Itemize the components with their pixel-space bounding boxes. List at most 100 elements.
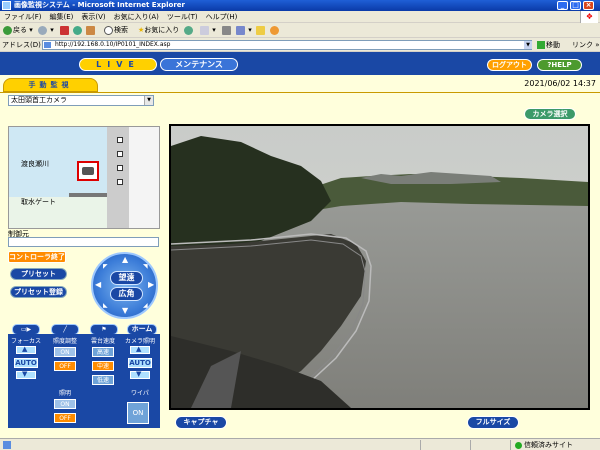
search-button[interactable]: 検索 [104,25,128,36]
messenger-icon [270,25,279,35]
fullsize-button[interactable]: フルサイズ [467,416,519,429]
window-title-bar: 画像監視システム - Microsoft Internet Explorer _… [0,0,600,11]
map-label-river: 渡良瀬川 [21,160,49,168]
links-button[interactable]: リンク » [572,40,600,50]
weir-line [69,193,107,197]
refresh-icon [73,25,82,35]
preset-button[interactable]: プリセット [10,268,67,280]
lighting-on-button[interactable]: ON [54,399,76,409]
live-camera-feed[interactable] [169,124,590,410]
menu-edit[interactable]: 編集(E) [46,11,78,23]
browser-toolbar: 戻る ▾ ▾ 検索 ★お気に入り ▾ ▾ [0,23,600,38]
address-input[interactable]: http://192.168.0.10/IP0101_INDEX.asp [42,40,532,50]
arrow-right-icon[interactable]: ▶ [148,280,154,289]
help-button[interactable]: ?HELP [537,59,582,71]
capture-button[interactable]: キャプチャ [175,416,227,429]
brightness-label: 照度調整 [52,338,77,345]
maintenance-tab-button[interactable]: メンテナンス [160,58,238,71]
page-content: LIVE メンテナンス ログアウト ?HELP 手動監視 2021/06/02 … [0,52,600,438]
controller-end-button[interactable]: コントローラ終了 [8,251,66,263]
favorites-button[interactable]: ★お気に入り [138,25,179,36]
status-separator [470,440,471,450]
address-dropdown-icon[interactable]: ▼ [524,41,532,49]
iris-up-icon[interactable]: ▲ [130,345,150,354]
stop-button[interactable] [60,25,70,36]
folder-button[interactable] [256,25,266,36]
arrow-upleft-icon[interactable]: ◤ [103,263,108,270]
address-bar: アドレス(D) http://192.168.0.10/IP0101_INDEX… [0,38,600,52]
status-separator [420,440,421,450]
camera-dropdown[interactable]: 太田頭首工カメラ ▼ [8,95,154,106]
address-label: アドレス(D) [2,41,41,49]
maximize-icon[interactable]: □ [570,1,581,10]
logout-button[interactable]: ログアウト [487,59,532,71]
focus-up-icon[interactable]: ▲ [16,345,36,354]
history-icon [184,25,193,35]
chevron-down-icon: ▼ [144,96,153,105]
zoom-wide-button[interactable]: 広角 [110,287,143,301]
camera-select-button[interactable]: カメラ選択 [524,108,576,120]
focus-auto-button[interactable]: AUTO [14,358,38,368]
back-button[interactable]: 戻る ▾ [3,25,33,36]
arrow-down-icon[interactable]: ▼ [122,306,128,315]
home-icon [86,25,95,35]
status-bar: 信頼済みサイト [0,438,600,450]
go-button[interactable]: 移動 [537,40,560,50]
speed-slow-button[interactable]: 低速 [92,375,114,385]
focus-down-icon[interactable]: ▼ [16,370,36,379]
menu-help[interactable]: ヘルプ(H) [202,11,242,23]
gate-marker-icon [117,151,123,157]
nav-bar: LIVE メンテナンス ログアウト ?HELP [0,52,600,75]
arrow-left-icon[interactable]: ◀ [95,280,101,289]
preset-register-button[interactable]: プリセット登録 [10,286,67,298]
speed-mid-button[interactable]: 中速 [92,361,114,371]
camera-icon [82,167,94,175]
ptz-dial[interactable]: ▲ ▼ ◀ ▶ ◤ ◥ ◣ ◢ 望遠 広角 [91,252,158,319]
focus-label: フォーカス [10,338,41,345]
folder-icon [256,25,265,35]
print-button[interactable] [222,25,232,36]
arrow-downleft-icon[interactable]: ◣ [103,302,108,309]
menu-tools[interactable]: ツール(T) [163,11,202,23]
wiper-on-button[interactable]: ON [127,402,149,424]
lighting-off-button[interactable]: OFF [54,413,76,423]
edit-button[interactable]: ▾ [236,25,252,36]
iris-label: カメラ照明 [124,338,155,345]
go-arrow-icon [537,41,545,49]
messenger-button[interactable] [270,25,280,36]
menu-favorites[interactable]: お気に入り(A) [110,11,163,23]
menu-file[interactable]: ファイル(F) [0,11,46,23]
camera-image [171,126,588,408]
camera-dropdown-value: 太田頭首工カメラ [11,96,67,104]
stop-icon [60,25,69,35]
brightness-on-button[interactable]: ON [54,347,76,357]
status-separator [510,440,511,450]
close-icon[interactable]: × [583,1,594,10]
zoom-tele-button[interactable]: 望遠 [110,271,143,285]
windows-logo-icon: ❖ [580,11,598,23]
map-camera-marker[interactable] [77,161,99,181]
minimize-icon[interactable]: _ [557,1,568,10]
wiper-label: ワイパ [131,390,149,397]
iris-auto-button[interactable]: AUTO [128,358,152,368]
gate-marker-icon [117,137,123,143]
ie-app-icon [2,1,11,10]
menu-view[interactable]: 表示(V) [77,11,109,23]
history-button[interactable] [184,25,194,36]
location-map: 渡良瀬川 取水ゲート [8,126,160,229]
tab-manual-monitoring[interactable]: 手動監視 [3,78,98,92]
mail-button[interactable]: ▾ [200,25,216,36]
brightness-off-button[interactable]: OFF [54,361,76,371]
live-tab-button[interactable]: LIVE [79,58,157,71]
datetime-display: 2021/06/02 14:37 [524,79,596,88]
arrow-up-icon[interactable]: ▲ [122,255,128,264]
iris-down-icon[interactable]: ▼ [130,370,150,379]
home-button[interactable] [86,25,96,36]
forward-button[interactable]: ▾ [38,25,54,36]
edit-icon [236,25,245,35]
speed-fast-button[interactable]: 高速 [92,347,114,357]
arrow-upright-icon[interactable]: ◥ [143,263,148,270]
tab-divider [0,92,600,93]
refresh-button[interactable] [73,25,83,36]
arrow-downright-icon[interactable]: ◢ [143,302,148,309]
